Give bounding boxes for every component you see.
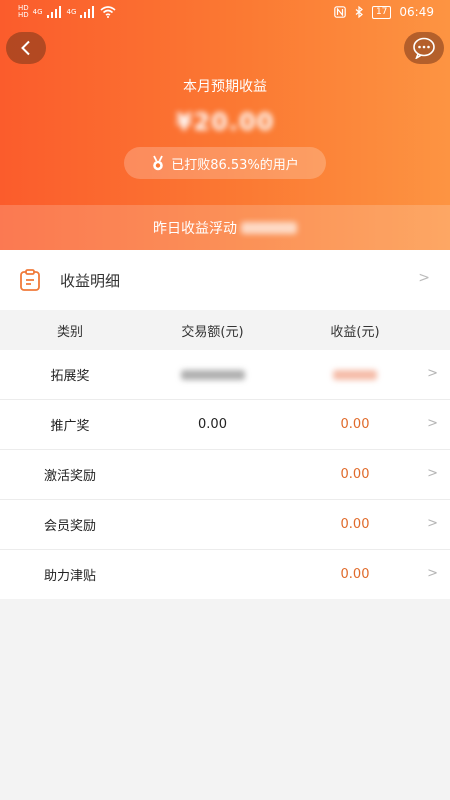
battery-indicator: 17 xyxy=(371,5,392,19)
row-gain: 0.00 xyxy=(340,517,370,532)
chevron-right-icon: > xyxy=(427,466,438,481)
earnings-detail-row[interactable]: 收益明细 > xyxy=(0,250,450,310)
network-type-1: 4G xyxy=(32,7,43,16)
table-row[interactable]: 拓展奖 > xyxy=(0,350,450,400)
earnings-table: 拓展奖 > 推广奖 0.00 0.00 > 激活奖励 0.00 > 会员奖励 0… xyxy=(0,350,450,599)
header-category: 类别 xyxy=(56,324,83,340)
chevron-right-icon: > xyxy=(427,366,438,381)
page-title: 本月预期收益 xyxy=(183,79,267,95)
back-button[interactable] xyxy=(6,32,46,64)
message-button[interactable] xyxy=(404,32,444,64)
hidden-gain xyxy=(333,369,377,380)
row-gain xyxy=(285,350,425,399)
chevron-right-icon: > xyxy=(427,416,438,431)
chevron-right-icon: > xyxy=(427,566,438,581)
table-header: 类别 交易额(元) 收益(元) xyxy=(0,310,450,350)
status-left: HD HD 4G 4G xyxy=(18,5,116,19)
monthly-amount: ¥20.00 xyxy=(0,108,450,136)
row-volume xyxy=(140,500,285,549)
row-gain: 0.00 xyxy=(340,567,370,582)
row-gain: 0.00 xyxy=(340,417,370,432)
amount-value: ¥20.00 xyxy=(175,108,275,136)
signal-icon xyxy=(46,6,63,18)
row-volume xyxy=(140,550,285,599)
row-category: 拓展奖 xyxy=(50,369,90,384)
bluetooth-icon xyxy=(355,6,363,18)
status-right: 17 06:49 xyxy=(334,5,434,19)
row-category: 推广奖 xyxy=(50,419,90,434)
detail-label: 收益明细 xyxy=(60,272,121,290)
table-row[interactable]: 会员奖励 0.00 > xyxy=(0,500,450,550)
row-category: 会员奖励 xyxy=(43,519,96,534)
row-category: 助力津贴 xyxy=(43,569,96,584)
wifi-icon xyxy=(100,6,116,18)
table-row[interactable]: 推广奖 0.00 0.00 > xyxy=(0,400,450,450)
status-bar: HD HD 4G 4G 17 06:49 xyxy=(0,0,450,26)
row-volume xyxy=(140,450,285,499)
table-row[interactable]: 激活奖励 0.00 > xyxy=(0,450,450,500)
header-gain: 收益(元) xyxy=(330,324,380,340)
sim-card-indicator: HD HD xyxy=(18,4,29,19)
clock: 06:49 xyxy=(399,5,434,19)
chevron-right-icon: > xyxy=(418,270,430,286)
table-row[interactable]: 助力津贴 0.00 > xyxy=(0,550,450,599)
nfc-icon xyxy=(334,6,346,18)
earnings-header: HD HD 4G 4G 17 06:49 本月预期收益 ¥20.00 已打败86… xyxy=(0,0,450,250)
chevron-left-icon xyxy=(21,40,30,56)
yesterday-earnings-bar: 昨日收益浮动 xyxy=(0,205,450,250)
header-volume: 交易额(元) xyxy=(181,324,244,340)
chevron-right-icon: > xyxy=(427,516,438,531)
ranking-text: 已打败86.53%的用户 xyxy=(171,157,299,173)
ranking-badge: 已打败86.53%的用户 xyxy=(124,147,326,179)
row-volume: 0.00 xyxy=(198,417,227,432)
chat-bubble-icon xyxy=(413,37,435,59)
yesterday-value-hidden xyxy=(241,221,297,234)
signal-icon-2 xyxy=(80,6,96,18)
network-type-2: 4G xyxy=(66,7,77,16)
yesterday-label: 昨日收益浮动 xyxy=(153,220,237,237)
row-gain: 0.00 xyxy=(340,467,370,482)
medal-icon xyxy=(153,155,164,171)
row-volume xyxy=(140,350,285,399)
clipboard-icon xyxy=(18,268,42,296)
row-category: 激活奖励 xyxy=(43,469,96,484)
hidden-volume xyxy=(180,369,245,380)
